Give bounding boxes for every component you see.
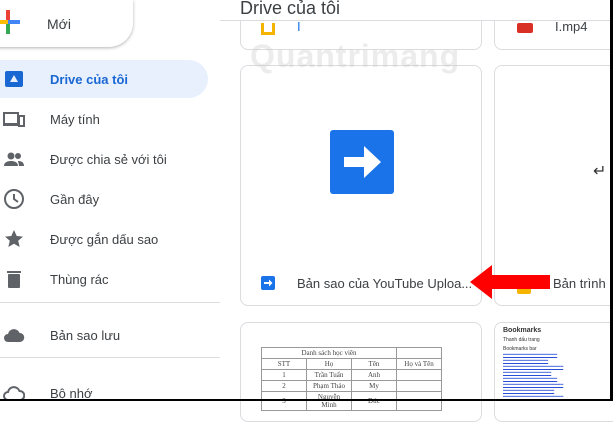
sidebar-item-shared[interactable]: Được chia sẻ với tôi [0,140,208,178]
return-arrow-icon: ↵ [593,163,607,180]
video-icon [517,23,533,33]
sidebar-item-trash[interactable]: Thùng rác [0,260,208,298]
folder-icon [261,23,275,35]
star-icon [5,230,23,247]
new-button-label: Mới [47,16,71,32]
sidebar-divider [0,357,220,358]
page-title: Drive của tôi [240,0,341,18]
arrow-right-icon [344,146,381,178]
new-button[interactable]: Mới [0,0,133,47]
shortcut-thumbnail [330,130,394,194]
watermark: Quantrimang [250,38,461,74]
sidebar-item-starred[interactable]: Được gắn dấu sao [0,220,208,258]
drive-icon [5,71,23,87]
shared-icon [4,152,24,166]
computer-icon [3,112,25,127]
shortcut-icon [261,276,275,290]
sidebar-item-computers[interactable]: Máy tính [0,100,208,138]
file-card-bookmarks[interactable]: Bookmarks Thanh dấu trang Bookmarks bar … [494,322,613,422]
bookmarks-preview: Bookmarks Thanh dấu trang Bookmarks bar … [503,327,564,400]
file-card-shortcut[interactable]: Bản sao của YouTube Uploa... [240,65,482,306]
clock-icon [4,189,24,209]
sidebar-item-backups[interactable]: Bản sao lưu [0,316,208,354]
sidebar-item-storage[interactable]: Bộ nhớ [0,374,208,412]
plus-icon [0,10,20,34]
sidebar-item-recent[interactable]: Gần đây [0,180,208,218]
red-arrow-annotation [470,265,550,299]
cloud-icon [4,329,25,342]
sidebar-divider [0,302,220,303]
preview-table: Danh sách học viên STT Họ Tên Họ và Tên 1 Tr… [261,347,442,411]
trash-icon [7,271,21,288]
file-card-spreadsheet[interactable]: Danh sách học viên STT Họ Tên Họ và Tên 1 Tr… [240,322,482,422]
sidebar-item-my-drive[interactable]: Drive của tôi [0,60,208,98]
